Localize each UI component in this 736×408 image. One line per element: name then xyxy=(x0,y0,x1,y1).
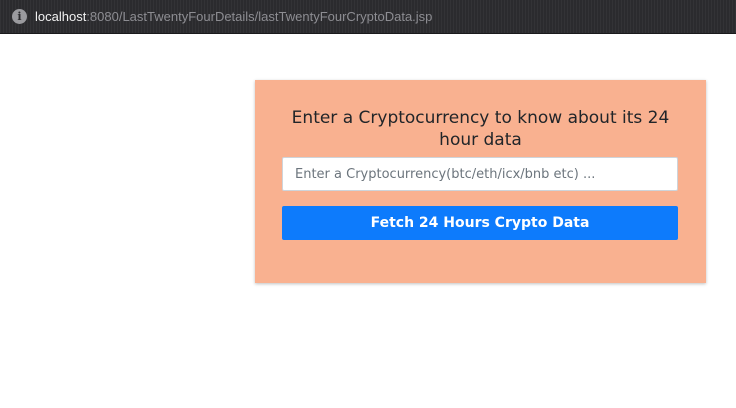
browser-address-bar[interactable]: i localhost :8080/LastTwentyFourDetails/… xyxy=(0,0,736,34)
fetch-button[interactable]: Fetch 24 Hours Crypto Data xyxy=(282,206,678,240)
crypto-input[interactable] xyxy=(282,157,678,191)
form-title: Enter a Cryptocurrency to know about its… xyxy=(291,108,670,150)
url-host: localhost xyxy=(35,9,87,24)
crypto-form-card: Enter a Cryptocurrency to know about its… xyxy=(255,80,706,283)
url-path: :8080/LastTwentyFourDetails/lastTwentyFo… xyxy=(86,9,433,24)
info-icon[interactable]: i xyxy=(12,9,27,24)
